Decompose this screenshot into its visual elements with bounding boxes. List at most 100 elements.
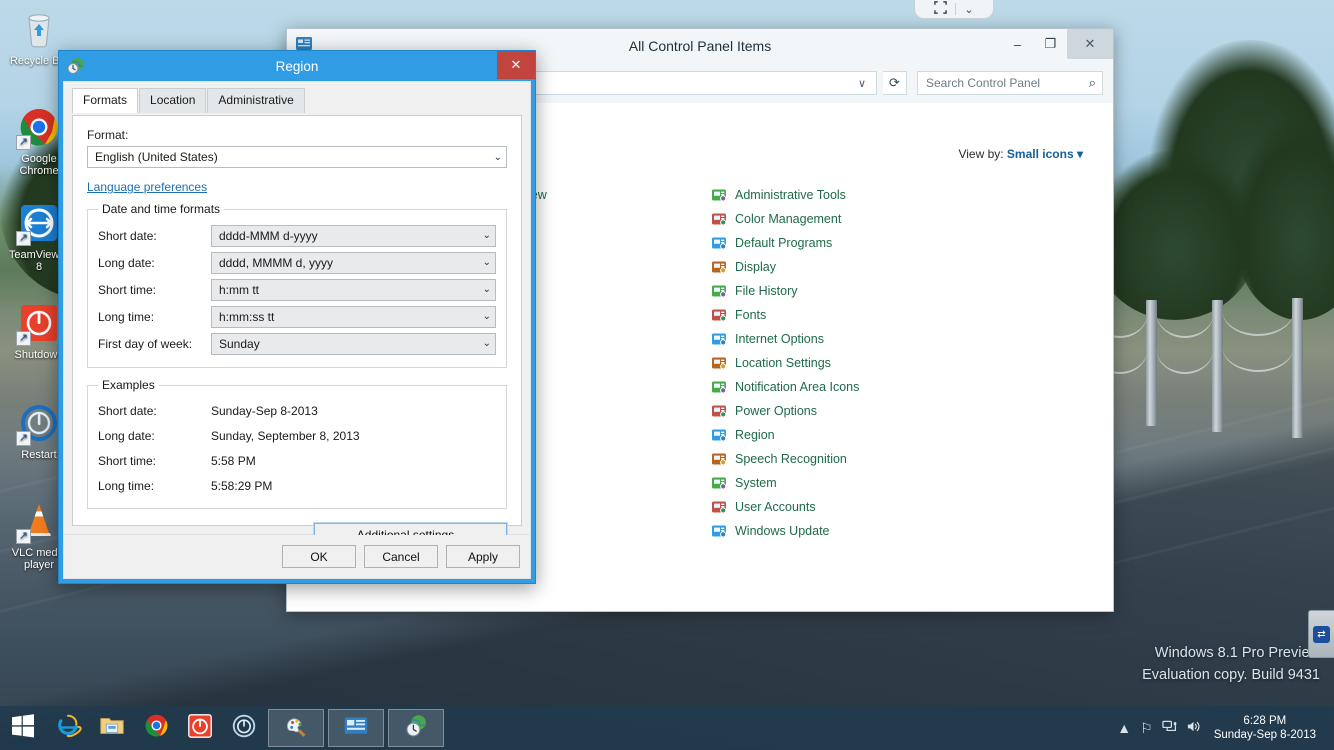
format-select[interactable]: dddd, MMMM d, yyyy ⌄: [211, 251, 496, 274]
example-row-value: Sunday, September 8, 2013: [211, 428, 360, 443]
example-row: Long time: 5:58:29 PM: [98, 473, 496, 498]
control-panel-item-label: Default Programs: [735, 236, 833, 250]
teamviewer-side-panel[interactable]: ⇄: [1308, 610, 1334, 658]
control-panel-item[interactable]: Windows Update: [711, 519, 1093, 543]
format-select[interactable]: English (United States) ⌄: [87, 146, 507, 168]
region-dialog-tabs: Formats Location Administrative: [64, 82, 530, 113]
ok-button[interactable]: OK: [282, 545, 356, 568]
shortcut-overlay-icon: ↗: [16, 231, 31, 246]
tab-location[interactable]: Location: [139, 88, 207, 113]
control-panel-item[interactable]: Color Management: [711, 207, 1093, 231]
windows-watermark: Windows 8.1 Pro Preview Evaluation copy.…: [1142, 642, 1320, 686]
control-panel-item[interactable]: Region: [711, 423, 1093, 447]
taskbar-item-shutdown[interactable]: [180, 708, 220, 748]
clock-date: Sunday-Sep 8-2013: [1213, 729, 1316, 741]
chevron-down-icon: ⌄: [482, 257, 491, 268]
display-icon: [711, 259, 727, 275]
wallpaper-chain: [1156, 312, 1214, 338]
format-row-label: First day of week:: [98, 336, 193, 351]
chevron-down-icon[interactable]: ⌄: [964, 3, 973, 16]
start-button[interactable]: [0, 706, 46, 750]
caret-down-icon[interactable]: ▾: [1077, 147, 1083, 161]
wallpaper-chain: [1222, 310, 1294, 336]
control-panel-item-label: Administrative Tools: [735, 188, 846, 202]
format-select[interactable]: h:mm:ss tt ⌄: [211, 305, 496, 328]
close-button[interactable]: ✕: [497, 51, 535, 79]
control-panel-item-label: Fonts: [735, 308, 767, 322]
taskbar-item-google-chrome[interactable]: [136, 708, 176, 748]
control-panel-item[interactable]: Location Settings: [711, 351, 1093, 375]
chevron-down-icon: ⌄: [482, 338, 491, 349]
refresh-button[interactable]: ⟳: [883, 71, 907, 95]
taskbar-item-region[interactable]: [388, 709, 444, 747]
minimize-button[interactable]: –: [1001, 29, 1034, 59]
control-panel-item[interactable]: Notification Area Icons: [711, 375, 1093, 399]
view-by-label: View by:: [958, 147, 1004, 161]
paint-icon: [283, 713, 309, 744]
format-row: Short time: h:mm tt ⌄: [98, 276, 496, 303]
format-select[interactable]: Sunday ⌄: [211, 332, 496, 355]
language-preferences-link[interactable]: Language preferences: [87, 180, 207, 194]
taskbar-item-paint[interactable]: [268, 709, 324, 747]
format-select[interactable]: dddd-MMM d-yyyy ⌄: [211, 224, 496, 247]
network-icon[interactable]: [1162, 719, 1177, 737]
control-panel-item[interactable]: User Accounts: [711, 495, 1093, 519]
control-panel-item[interactable]: System: [711, 471, 1093, 495]
format-row: Long time: h:mm:ss tt ⌄: [98, 303, 496, 330]
control-panel-item-label: Notification Area Icons: [735, 380, 860, 394]
teamviewer-icon: ↗: [16, 200, 62, 246]
control-panel-item-label: User Accounts: [735, 500, 816, 514]
region-dialog[interactable]: Region ✕ Formats Location Administrative F…: [58, 50, 536, 584]
remote-session-toolbar[interactable]: ⌄: [914, 0, 994, 19]
speech-recognition-icon: [711, 451, 727, 467]
taskbar-item-control-panel[interactable]: [328, 709, 384, 747]
search-placeholder: Search Control Panel: [926, 76, 1041, 90]
taskbar-clock[interactable]: 6:28 PM Sunday-Sep 8-2013: [1210, 714, 1326, 742]
example-row-label: Short date:: [98, 403, 157, 418]
taskbar[interactable]: ▲ ⚐ 6:28 PM Sunday-Sep 8-2013: [0, 706, 1334, 750]
taskbar-item-restart[interactable]: [224, 708, 264, 748]
control-panel-item[interactable]: Administrative Tools: [711, 183, 1093, 207]
fonts-icon: [711, 307, 727, 323]
control-panel-item[interactable]: Speech Recognition: [711, 447, 1093, 471]
administrative-tools-icon: [711, 187, 727, 203]
action-center-icon[interactable]: ⚐: [1140, 720, 1153, 737]
control-panel-item[interactable]: Internet Options: [711, 327, 1093, 351]
wallpaper-post: [1146, 300, 1157, 426]
region-icon: [67, 57, 85, 75]
control-panel-item[interactable]: Power Options: [711, 399, 1093, 423]
format-row-control: dddd-MMM d-yyyy ⌄: [211, 224, 496, 247]
fullscreen-icon[interactable]: [934, 1, 948, 17]
search-input[interactable]: Search Control Panel ⌕: [917, 71, 1103, 95]
apply-button[interactable]: Apply: [446, 545, 520, 568]
tab-administrative[interactable]: Administrative: [207, 88, 305, 113]
volume-icon[interactable]: [1186, 719, 1201, 737]
control-panel-item-label: Internet Options: [735, 332, 824, 346]
wallpaper-chain: [1222, 346, 1294, 372]
view-by-control[interactable]: View by: Small icons ▾: [958, 147, 1083, 161]
control-panel-item[interactable]: File History: [711, 279, 1093, 303]
power-options-icon: [711, 403, 727, 419]
format-row-label: Long time:: [98, 309, 155, 324]
close-button[interactable]: ✕: [1067, 29, 1113, 59]
recycle-bin-icon: [16, 6, 62, 52]
color-management-icon: [711, 211, 727, 227]
show-hidden-icons-icon[interactable]: ▲: [1117, 720, 1131, 736]
maximize-button[interactable]: ❐: [1034, 29, 1067, 59]
region-dialog-titlebar[interactable]: Region ✕: [59, 51, 535, 81]
format-select[interactable]: h:mm tt ⌄: [211, 278, 496, 301]
tab-formats[interactable]: Formats: [72, 88, 139, 113]
control-panel-item[interactable]: Default Programs: [711, 231, 1093, 255]
system-icon: [711, 475, 727, 491]
control-panel-item[interactable]: Display: [711, 255, 1093, 279]
taskbar-item-internet-explorer[interactable]: [48, 708, 88, 748]
chevron-down-icon[interactable]: ∨: [852, 77, 872, 90]
control-panel-item[interactable]: Fonts: [711, 303, 1093, 327]
system-tray[interactable]: ▲ ⚐ 6:28 PM Sunday-Sep 8-2013: [1117, 714, 1334, 742]
taskbar-item-file-explorer[interactable]: [92, 708, 132, 748]
cancel-button[interactable]: Cancel: [364, 545, 438, 568]
watermark-line-2: Evaluation copy. Build 9431: [1142, 667, 1320, 683]
wallpaper-post: [1212, 300, 1223, 432]
view-by-value[interactable]: Small icons: [1007, 147, 1074, 161]
desktop: Recycle Bin ↗ Google Chrome ↗ TeamViewer…: [0, 0, 1334, 750]
